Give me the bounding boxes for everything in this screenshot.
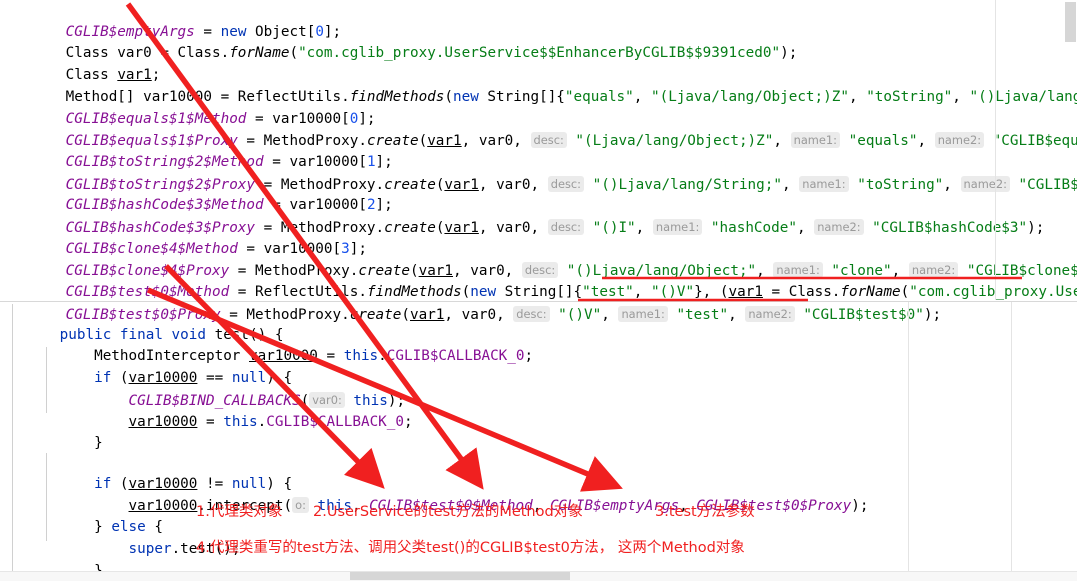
right-margin-guide-lower [908,302,909,580]
code-line-class-var1: Class var1; [65,67,161,84]
editor-viewport[interactable]: CGLIB$emptyArgs = new Object[0]; Class v… [0,0,1077,581]
code-line-tostring-method: CGLIB$toString$2$Method = var10000[1]; [65,153,393,170]
hint-chip-name1: name1: [652,219,703,235]
vertical-scrollbar[interactable] [1063,0,1077,570]
code-line-test-method: CGLIB$test$0$Method = ReflectUtils.findM… [65,284,1077,301]
hint-chip-name2: name2: [960,175,1010,192]
code-line-else: } else { [59,519,163,536]
region-divider [0,301,1077,302]
hint-chip-desc: desc: [547,175,585,192]
code-line-interceptor-decl: MethodInterceptor var10000 = this.CGLIB$… [59,348,534,365]
hint-chip-desc: desc: [530,132,567,149]
code-editor-window: CGLIB$emptyArgs = new Object[0]; Class v… [0,0,1077,581]
vertical-scrollbar-thumb[interactable] [1065,2,1076,42]
hint-chip-desc: desc: [513,305,550,322]
right-margin-guide-lower-2 [1011,302,1012,580]
indent-guide [46,497,47,541]
code-line-bind-callbacks: CGLIB$BIND_CALLBACKS(var0: this); [128,391,406,409]
code-line-equals-proxy: CGLIB$equals$1$Proxy = MethodProxy.creat… [65,132,1077,150]
code-line-tostring-proxy: CGLIB$toString$2$Proxy = MethodProxy.cre… [65,175,1077,193]
annotation-note-2: 2.UserService的test方法的Method对象 [313,504,583,520]
horizontal-scrollbar-thumb[interactable] [350,572,570,580]
code-line-hashcode-proxy: CGLIB$hashCode$3$Proxy = MethodProxy.cre… [65,219,1045,236]
code-line-clone-method: CGLIB$clone$4$Method = var10000[3]; [65,240,367,257]
code-line-equals-method: CGLIB$equals$1$Method = var10000[0]; [65,110,376,127]
code-line-if-null: if (var10000 == null) { [94,370,293,387]
annotation-note-1: 1.代理类对象 [196,504,283,520]
hint-chip-o: o: [292,497,309,514]
right-margin-guide [995,0,996,300]
code-line-method-signature: public final void test() { [59,326,284,343]
indent-guide [12,304,13,576]
hint-chip-name1: name1: [790,132,840,149]
hint-chip-desc: desc: [547,219,585,235]
hint-chip-name2: name2: [745,305,795,322]
hint-chip-name1: name1: [799,175,849,192]
code-line-close-if: } [59,435,103,452]
code-line-hashcode-method: CGLIB$hashCode$3$Method = var10000[2]; [65,197,393,214]
hint-chip-name2: name2: [814,219,864,235]
code-line-reassign: var10000 = this.CGLIB$CALLBACK_0; [128,413,413,430]
code-line-close-else: } [8,539,103,579]
code-line-clone-proxy: CGLIB$clone$4$Proxy = MethodProxy.create… [65,262,1077,280]
code-line-empty-args: CGLIB$emptyArgs = new Object[0]; [65,23,342,40]
code-line-intercept: var10000.intercept(o: this, CGLIB$test$0… [128,497,869,515]
horizontal-scrollbar[interactable] [0,571,1077,581]
indent-guide [46,347,47,413]
annotation-note-3: 3.test方法参数 [655,504,755,520]
hint-chip-name2: name2: [934,132,985,149]
code-line-find-methods: Method[] var10000 = ReflectUtils.findMet… [65,88,1077,105]
indent-guide [46,453,47,497]
annotation-note-4: 4.代理类重写的test方法、调用父类test()的CGLIB$test0方法，… [196,540,745,556]
code-line-class-var0: Class var0 = Class.forName("com.cglib_pr… [65,45,798,62]
code-line-if-notnull: if (var10000 != null) { [94,475,293,492]
hint-chip-name1: name1: [618,305,668,322]
